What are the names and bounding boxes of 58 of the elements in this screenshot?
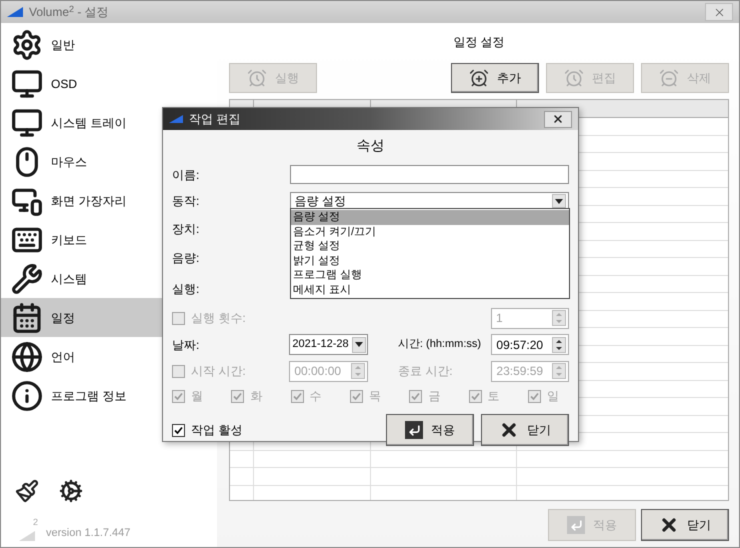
app-logo-icon — [7, 7, 23, 17]
enter-icon — [405, 421, 423, 439]
button[interactable]: 닫기 — [481, 414, 569, 446]
time-field[interactable]: 09:57:20 — [491, 334, 569, 355]
checkbox-label: 목 — [368, 388, 381, 405]
checkbox-label: 화 — [250, 388, 262, 405]
field-label: 날짜: — [172, 336, 200, 354]
version-text: version 1.1.7.447 — [46, 526, 130, 540]
app-logo-icon — [19, 531, 35, 541]
globe-icon — [11, 340, 43, 372]
button[interactable]: 적용 — [386, 414, 474, 446]
close-button[interactable] — [544, 110, 572, 128]
dropdown-option[interactable]: 음량 설정 — [291, 210, 569, 224]
date-picker[interactable]: 2021-12-28 — [289, 334, 368, 355]
button[interactable]: 닫기 — [641, 509, 729, 541]
dropdown-option[interactable]: 균형 설정 — [291, 239, 569, 254]
checkbox-label: 월 — [191, 388, 203, 405]
field-label: 장치: — [172, 220, 200, 238]
field-label: 실행: — [172, 281, 200, 298]
alarm-clock-icon — [247, 68, 267, 88]
field-label: 음량: — [172, 250, 200, 266]
logo-mark: 2 — [33, 516, 38, 528]
dropdown-option[interactable]: 음소거 켜기/끄기 — [291, 224, 569, 239]
alarm-clock-plus-icon — [469, 68, 489, 88]
checkbox-label: 시작 시간: — [191, 363, 246, 380]
field-label: 이름: — [172, 166, 200, 184]
checkbox-label: 금 — [428, 388, 440, 405]
field-label: 시간: (hh:mm:ss) — [398, 337, 482, 352]
checkbox-label: 수 — [310, 388, 322, 405]
field-label: 종료 시간: — [398, 363, 454, 380]
button[interactable]: 추가 — [451, 63, 539, 93]
alarm-clock-minus-icon — [659, 68, 679, 88]
section-heading: 속성 — [356, 136, 384, 155]
window-title: Volume$^{2}$ - 설정 — [29, 3, 109, 21]
dropdown-option[interactable]: 프로그램 실행 — [291, 268, 569, 282]
monitor-icon — [11, 106, 43, 138]
name-input[interactable] — [290, 165, 569, 184]
info-icon — [11, 380, 43, 412]
sidebar-item[interactable]: 일반 — [1, 25, 217, 64]
checkbox-label: 토 — [488, 388, 500, 405]
dropdown-option[interactable]: 메세지 표시 — [291, 282, 569, 297]
wrench-icon — [11, 262, 43, 294]
app-logo-icon — [169, 115, 183, 123]
dropdown-option[interactable]: 밝기 설정 — [291, 254, 569, 268]
checkbox-label: 일 — [546, 388, 559, 405]
monitor-icon — [11, 68, 43, 100]
calendar-icon — [11, 302, 43, 334]
section-title: 일정 설정 — [453, 34, 505, 51]
checkbox-label: 작업 활성 — [191, 422, 242, 439]
close-icon — [552, 113, 564, 125]
checkbox[interactable] — [172, 424, 185, 436]
dialog-title: 작업 편집 — [189, 111, 240, 128]
alarm-clock-icon — [564, 68, 584, 88]
field-label: 동작: — [172, 193, 200, 210]
sidebar-item[interactable]: OSD — [1, 64, 217, 103]
enter-icon — [567, 516, 585, 534]
gear-icon — [11, 28, 43, 60]
spin-arrows-icon[interactable] — [552, 336, 566, 352]
